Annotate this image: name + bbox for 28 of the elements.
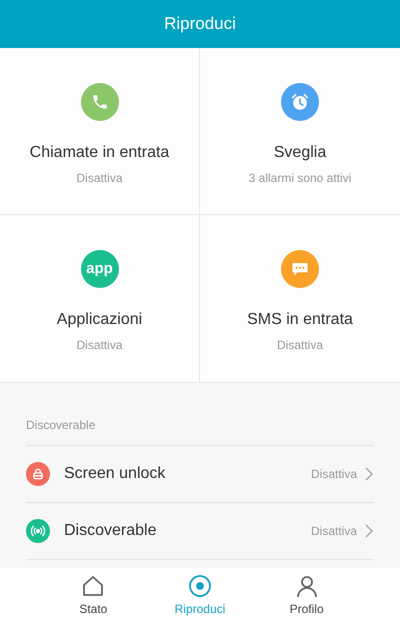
tile-title: Chiamate in entrata — [30, 143, 170, 163]
tile-status: 3 allarmi sono attivi — [248, 170, 352, 187]
tile-status: Disattiva — [276, 337, 323, 354]
nav-tab[interactable]: Profilo — [266, 568, 347, 624]
row-label: Discoverable — [64, 521, 158, 541]
tile-title: SMS in entrata — [247, 310, 353, 330]
settings-row[interactable]: Discoverable Disattiva — [26, 503, 374, 560]
row-label: Screen unlock — [64, 464, 166, 484]
tile-title: Applicazioni — [56, 310, 142, 330]
feature-tile[interactable]: Sveglia 3 allarmi sono attivi — [200, 48, 400, 215]
settings-row[interactable]: Screen unlock Disattiva — [26, 446, 374, 503]
app-icon: app — [80, 250, 118, 288]
feature-tile[interactable]: app Applicazioni Disattiva — [0, 215, 200, 382]
tile-status: Disattiva — [76, 337, 122, 354]
feature-tile[interactable]: SMS in entrata Disattiva — [200, 215, 400, 382]
row-value: Disattiva — [310, 523, 357, 540]
row-value: Disattiva — [310, 466, 357, 483]
chevron-right-icon — [365, 467, 374, 481]
target-icon — [188, 574, 212, 598]
section-title: Discoverable — [26, 418, 96, 432]
nav-tab[interactable]: Stato — [53, 568, 134, 624]
person-icon — [294, 574, 319, 598]
tile-title: Sveglia — [274, 143, 326, 163]
chevron-right-icon — [365, 524, 374, 538]
tile-status: Disattiva — [76, 170, 122, 187]
feature-tile[interactable]: Chiamate in entrata Disattiva — [0, 48, 200, 215]
header-title: Riproduci — [164, 13, 236, 36]
home-icon — [81, 574, 106, 598]
